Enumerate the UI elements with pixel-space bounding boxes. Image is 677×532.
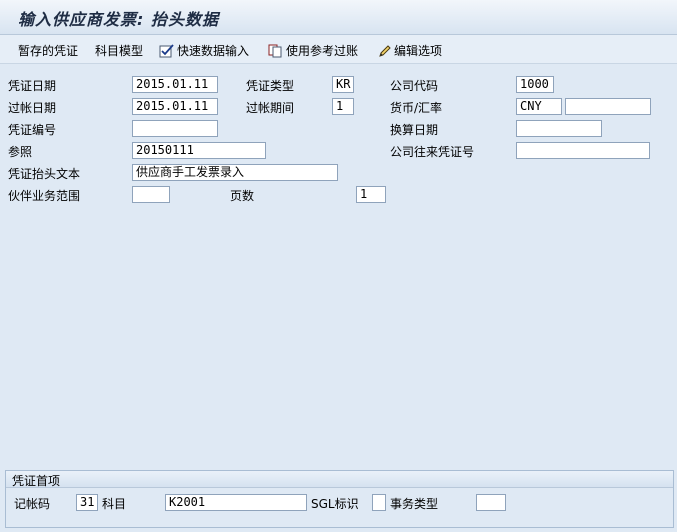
account-label: 科目	[102, 497, 127, 511]
pencil-icon	[379, 44, 391, 57]
page-count-field[interactable]: 1	[356, 186, 386, 203]
account-model-button[interactable]: 科目模型	[95, 42, 143, 59]
company-code-label: 公司代码	[390, 79, 439, 93]
cross-cc-number-field[interactable]	[516, 142, 650, 159]
document-number-label: 凭证编号	[8, 123, 57, 137]
document-number-field[interactable]	[132, 120, 218, 137]
translation-date-field[interactable]	[516, 120, 602, 137]
transaction-type-label: 事务类型	[390, 497, 439, 511]
parked-documents-button[interactable]: 暂存的凭证	[18, 42, 78, 59]
posting-date-label: 过帐日期	[8, 101, 57, 115]
cross-cc-number-label: 公司往来凭证号	[390, 145, 475, 159]
header-text-label: 凭证抬头文本	[8, 167, 81, 181]
fast-data-entry-button[interactable]: 快速数据输入	[159, 42, 249, 59]
fast-data-entry-label: 快速数据输入	[177, 44, 250, 58]
exchange-rate-field[interactable]	[565, 98, 651, 115]
trading-partner-label: 伙伴业务范围	[8, 189, 81, 203]
sgl-indicator-label: SGL标识	[311, 497, 359, 511]
reference-field[interactable]: 20150111	[132, 142, 266, 159]
posting-key-label: 记帐码	[14, 497, 51, 511]
application-toolbar: 暂存的凭证 科目模型 快速数据输入 使用参考过账 编辑选项	[0, 35, 677, 64]
translation-date-label: 换算日期	[390, 123, 439, 137]
posting-date-field[interactable]: 2015.01.11	[132, 98, 218, 115]
reference-label: 参照	[8, 145, 33, 159]
copy-document-icon	[268, 44, 282, 57]
transaction-type-field[interactable]	[476, 494, 506, 511]
title-bar: 输入供应商发票: 抬头数据	[0, 0, 677, 35]
header-data-form: 凭证日期 2015.01.11 凭证类型 KR 公司代码 1000 过帐日期 2…	[0, 64, 677, 469]
header-text-field[interactable]: 供应商手工发票录入	[132, 164, 338, 181]
trading-partner-field[interactable]	[132, 186, 170, 203]
parked-documents-label: 暂存的凭证	[18, 44, 79, 58]
company-code-field[interactable]: 1000	[516, 76, 554, 93]
account-model-label: 科目模型	[95, 44, 144, 58]
first-line-item-group: 凭证首项 记帐码 31 科目 K2001 SGL标识 事务类型	[5, 470, 674, 528]
post-with-reference-label: 使用参考过账	[286, 44, 359, 58]
posting-key-field[interactable]: 31	[76, 494, 98, 511]
post-with-reference-button[interactable]: 使用参考过账	[268, 42, 358, 59]
account-field[interactable]: K2001	[165, 494, 307, 511]
currency-rate-label: 货币/汇率	[390, 101, 443, 115]
page-count-label: 页数	[230, 189, 255, 203]
editing-options-button[interactable]: 编辑选项	[378, 42, 442, 59]
posting-period-field[interactable]: 1	[332, 98, 354, 115]
document-type-field[interactable]: KR	[332, 76, 354, 93]
document-type-label: 凭证类型	[246, 79, 295, 93]
first-line-item-header: 凭证首项	[6, 471, 673, 488]
currency-field[interactable]: CNY	[516, 98, 562, 115]
document-date-field[interactable]: 2015.01.11	[132, 76, 218, 93]
sgl-indicator-field[interactable]	[372, 494, 386, 511]
checklist-icon	[159, 43, 174, 57]
page-title: 输入供应商发票: 抬头数据	[18, 10, 219, 29]
document-date-label: 凭证日期	[8, 79, 57, 93]
first-line-item-title: 凭证首项	[12, 474, 61, 488]
editing-options-label: 编辑选项	[394, 44, 443, 58]
posting-period-label: 过帐期间	[246, 101, 295, 115]
